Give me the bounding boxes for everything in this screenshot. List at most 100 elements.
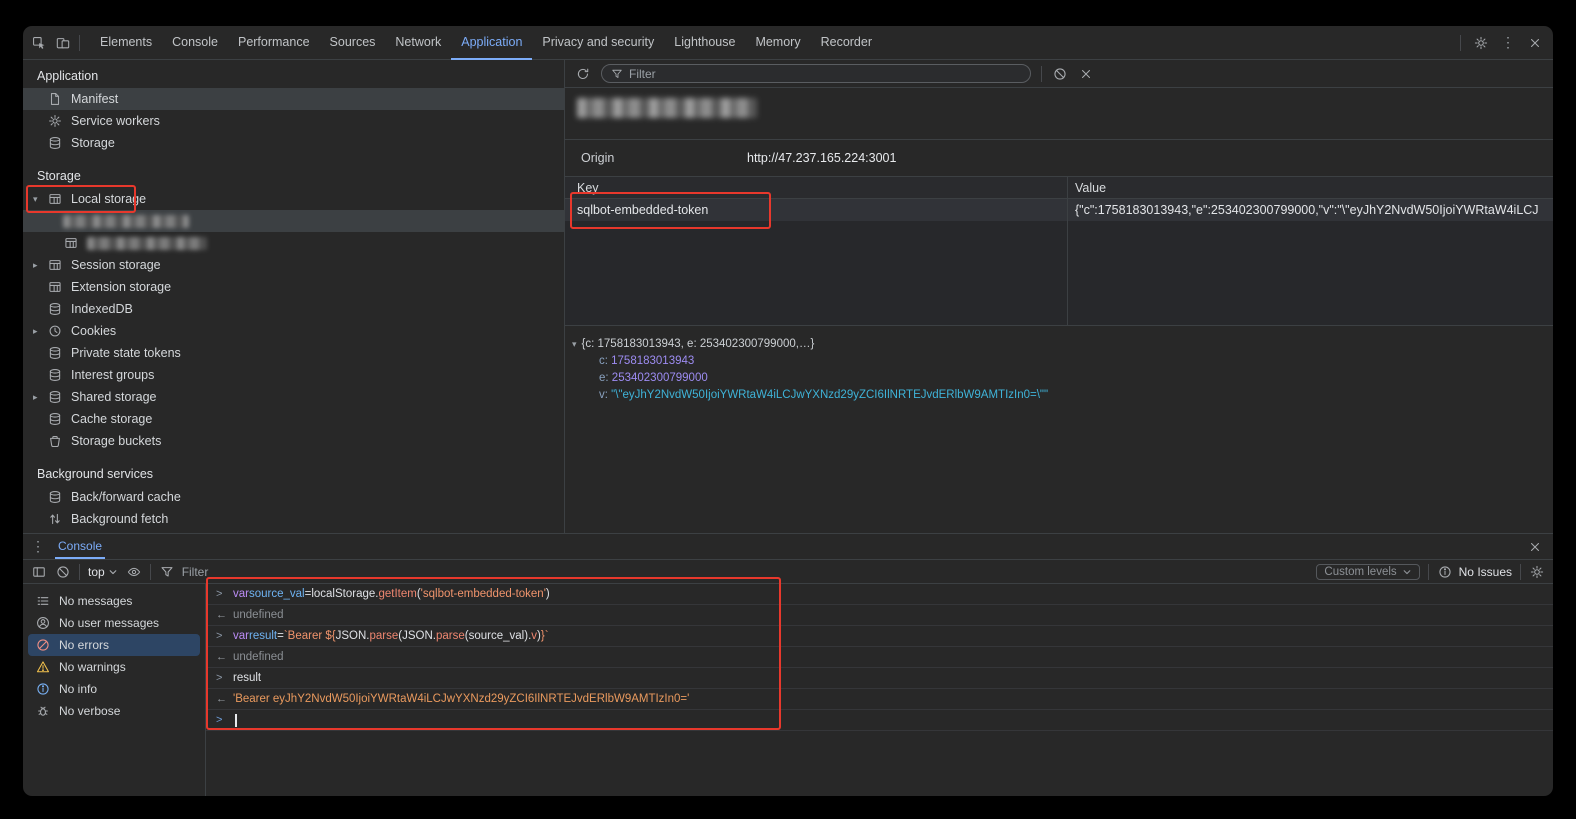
execution-context-selector[interactable]: top [88,565,118,579]
tab-recorder[interactable]: Recorder [811,26,882,60]
console-filter-no-messages[interactable]: No messages [28,590,200,612]
expand-triangle-icon[interactable]: ▾ [572,339,577,350]
sidebar-item-extension-storage[interactable]: Extension storage [23,276,564,298]
sidebar-item-back-forward-cache[interactable]: Back/forward cache [23,486,564,508]
console-entry-result[interactable]: ←'Bearer eyJhY2NvdW50IjoiYWRtaW4iLCJwYXN… [206,689,1553,710]
preview-summary-text: {c: 1758183013943, e: 253402300799000,…} [582,338,815,350]
sidebar-item-storage[interactable]: Storage [23,132,564,154]
column-header-key[interactable]: Key [565,177,1067,198]
tab-elements[interactable]: Elements [90,26,162,60]
tab-performance[interactable]: Performance [228,26,320,60]
table-icon [47,191,63,207]
sidebar-item-label: Back/forward cache [71,490,181,504]
console-sidebar-toggle-icon[interactable] [31,564,47,580]
storage-filter[interactable] [601,64,1031,83]
console-entry-result-undefined[interactable]: ←undefined [206,647,1553,668]
console-filter-no-warnings[interactable]: No warnings [28,656,200,678]
sidebar-item-cookies[interactable]: ▸Cookies [23,320,564,342]
issues-counter[interactable]: No Issues [1437,564,1512,580]
sidebar-item-private-state-tokens[interactable]: Private state tokens [23,342,564,364]
console-entry-prompt[interactable]: > [206,710,1553,731]
drawer-tab-console[interactable]: Console [55,534,105,559]
console-filter-input[interactable] [182,565,1309,579]
console-settings-gear-icon[interactable] [1529,564,1545,580]
key-value-table: Key Value sqlbot-embedded-token{"c":1758… [565,176,1553,325]
database-icon [47,411,63,427]
tab-application[interactable]: Application [451,26,532,60]
sidebar-item-background-fetch[interactable]: Background fetch [23,508,564,530]
console-filter-no-verbose[interactable]: No verbose [28,700,200,722]
code-token: = [277,630,284,642]
sidebar-item-local-storage[interactable]: ▾Local storage [23,188,564,210]
disclosure-triangle-icon[interactable]: ▸ [33,326,47,337]
column-header-value[interactable]: Value [1067,177,1553,198]
origin-value: http://47.237.165.224:3001 [747,151,896,165]
redacted-text [87,237,207,250]
preview-summary[interactable]: ▾ {c: 1758183013943, e: 253402300799000,… [565,338,1553,350]
sidebar-item-cache-storage[interactable]: Cache storage [23,408,564,430]
disclosure-triangle-icon[interactable]: ▾ [33,194,47,205]
console-entry-input[interactable]: >var result = `Bearer ${JSON.parse(JSON.… [206,626,1553,647]
tab-network[interactable]: Network [385,26,451,60]
input-chevron-icon: > [216,672,233,684]
storage-panel: Origin http://47.237.165.224:3001 Key Va… [565,60,1553,533]
drawer-tab-trail [1527,534,1543,559]
console-entry-result-undefined[interactable]: ←undefined [206,605,1553,626]
sidebar-item-manifest[interactable]: Manifest [23,88,564,110]
sidebar-item-label: Extension storage [71,280,171,294]
close-devtools-icon[interactable] [1527,35,1543,51]
sidebar-item-redacted[interactable] [23,210,564,232]
storage-filter-input[interactable] [629,67,1021,81]
tab-lighthouse[interactable]: Lighthouse [664,26,745,60]
custom-levels-dropdown[interactable]: Custom levels [1316,564,1419,580]
refresh-icon[interactable] [575,66,591,82]
database-icon [47,489,63,505]
storage-title-area [565,88,1553,140]
sidebar-item-indexeddb[interactable]: IndexedDB [23,298,564,320]
sidebar-item-session-storage[interactable]: ▸Session storage [23,254,564,276]
code-token: JSON [402,630,433,642]
console-body: No messagesNo user messages No errors No w… [23,584,1553,796]
code-token: }` [541,630,549,642]
code-token: var [233,630,249,642]
sync-arrows-icon [47,511,63,527]
disclosure-triangle-icon[interactable]: ▸ [33,260,47,271]
console-entry-input[interactable]: >var source_val = localStorage.getItem('… [206,584,1553,605]
tab-sources[interactable]: Sources [320,26,386,60]
close-drawer-icon[interactable] [1527,539,1543,555]
drawer-menu-icon[interactable]: ⋮ [31,538,45,555]
console-filter-label: No errors [59,638,109,652]
clear-console-icon[interactable] [55,564,71,580]
inspect-element-icon[interactable] [31,35,47,51]
console-filter-no-info[interactable]: No info [28,678,200,700]
console-log[interactable]: >var source_val = localStorage.getItem('… [206,584,1553,796]
code-token: undefined [233,609,284,621]
console-filter-label: No warnings [59,660,126,674]
console-filter-no-errors[interactable]: No errors [28,634,200,656]
sidebar-item-storage-buckets[interactable]: Storage buckets [23,430,564,452]
result-arrow-icon: ← [216,609,233,621]
console-filter-no-user-messages[interactable]: No user messages [28,612,200,634]
sidebar-item-service-workers[interactable]: Service workers [23,110,564,132]
table-icon [47,257,63,273]
column-divider[interactable] [1067,177,1068,325]
tab-privacy-and-security[interactable]: Privacy and security [532,26,664,60]
tab-memory[interactable]: Memory [745,26,810,60]
clear-all-icon[interactable] [1052,66,1068,82]
code-token: undefined [233,651,284,663]
code-token: parse [369,630,398,642]
sidebar-item-interest-groups[interactable]: Interest groups [23,364,564,386]
sidebar-item-shared-storage[interactable]: ▸Shared storage [23,386,564,408]
service-worker-icon [47,113,63,129]
settings-gear-icon[interactable] [1473,35,1489,51]
code-token: JSON [336,630,367,642]
live-expression-eye-icon[interactable] [126,564,142,580]
disclosure-triangle-icon[interactable]: ▸ [33,392,47,403]
device-toolbar-icon[interactable] [55,35,71,51]
console-entry-input[interactable]: >result [206,668,1553,689]
table-row[interactable]: sqlbot-embedded-token{"c":1758183013943,… [565,199,1553,221]
kebab-menu-icon[interactable]: ⋮ [1501,34,1515,51]
sidebar-item-redacted[interactable] [23,232,564,254]
delete-selected-icon[interactable] [1078,66,1094,82]
tab-console[interactable]: Console [162,26,228,60]
